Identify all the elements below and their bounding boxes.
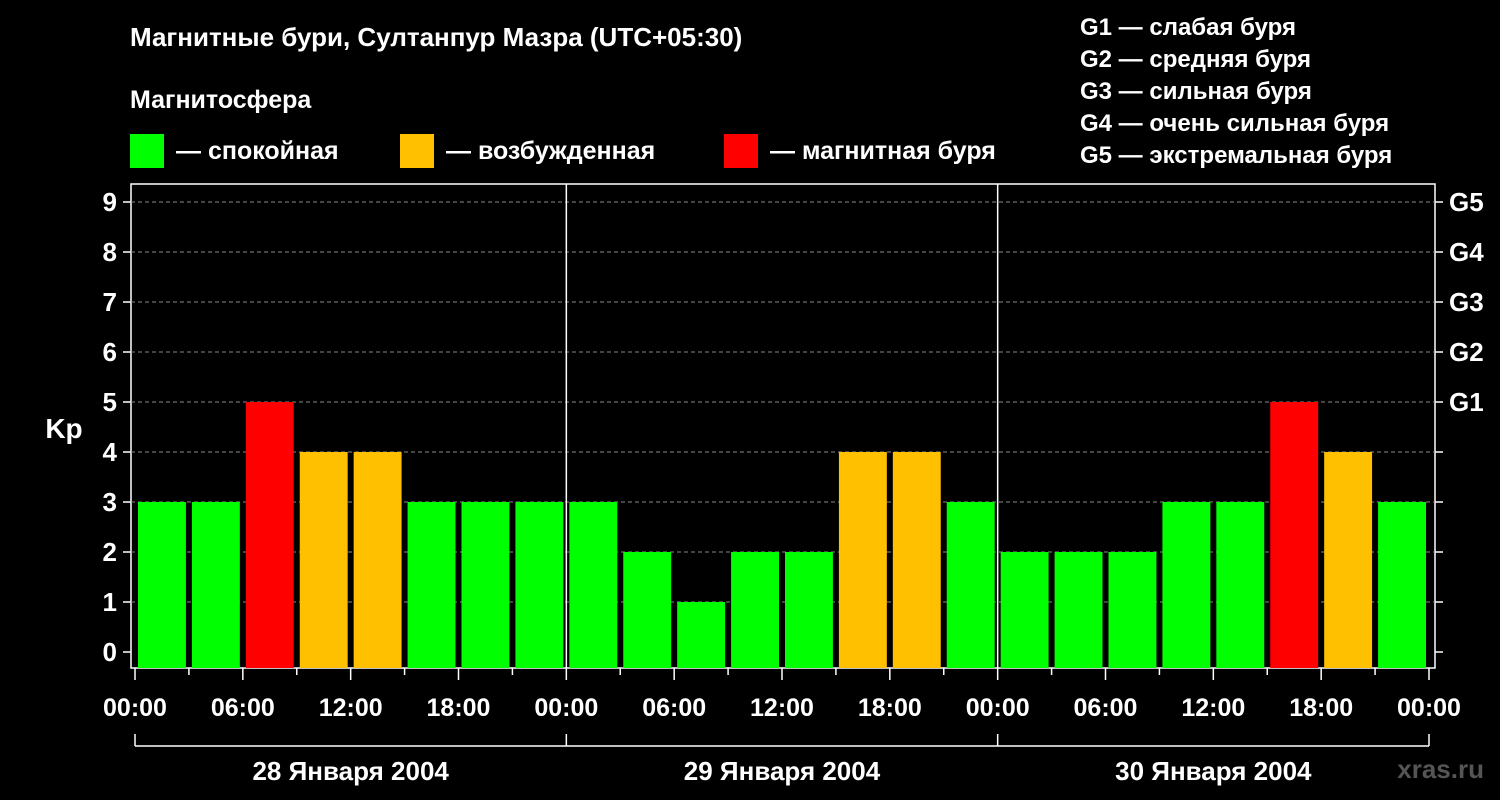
kp-bar — [785, 552, 833, 668]
g-tick-label: G1 — [1449, 387, 1484, 417]
kp-bar — [838, 452, 887, 668]
x-tick-label: 00:00 — [534, 694, 598, 722]
day-label: 30 Января 2004 — [1115, 756, 1312, 786]
x-tick-label: 18:00 — [1289, 694, 1353, 722]
y-tick-label: 1 — [103, 587, 117, 617]
kp-bar — [245, 402, 294, 668]
kp-bar — [353, 452, 402, 668]
kp-bar — [191, 502, 240, 668]
y-tick-label: 3 — [103, 487, 117, 517]
kp-bar — [623, 552, 672, 668]
y-axis-label: Kp — [45, 413, 82, 444]
kp-bar — [1216, 502, 1265, 668]
kp-bar — [1162, 502, 1211, 668]
y-tick-label: 5 — [103, 387, 117, 417]
kp-bar — [1270, 402, 1319, 668]
y-tick-label: 0 — [103, 637, 117, 667]
y-tick-label: 4 — [103, 437, 118, 467]
y-tick-label: 9 — [103, 187, 117, 217]
x-tick-label: 18:00 — [858, 694, 922, 722]
kp-bar — [461, 502, 510, 668]
x-tick-label: 12:00 — [750, 694, 814, 722]
g-tick-label: G4 — [1449, 237, 1484, 267]
kp-bar — [1378, 502, 1426, 668]
kp-bar — [1324, 452, 1373, 668]
kp-bar — [1108, 552, 1157, 668]
x-tick-label: 00:00 — [1397, 694, 1461, 722]
g-tick-label: G2 — [1449, 337, 1484, 367]
g-tick-label: G3 — [1449, 287, 1484, 317]
kp-bar — [946, 502, 995, 668]
kp-chart: 0 1 2 3 4 5 6 7 8 9 G1 G2 G3 G4 G5 Kp 00:00 06:00 12:00 18:… — [45, 183, 1484, 786]
kp-bar — [569, 502, 618, 668]
kp-bar — [731, 552, 779, 668]
kp-bar — [1054, 552, 1103, 668]
x-tick-label: 12:00 — [1181, 694, 1245, 722]
kp-bar — [515, 502, 564, 668]
x-tick-label: 00:00 — [966, 694, 1030, 722]
x-tick-label: 00:00 — [103, 694, 167, 722]
kp-bar — [677, 602, 726, 668]
y-tick-label: 2 — [103, 537, 117, 567]
watermark: xras.ru — [1397, 754, 1484, 784]
day-label: 29 Января 2004 — [684, 756, 881, 786]
kp-bar — [1000, 552, 1049, 668]
g-tick-label: G5 — [1449, 187, 1484, 217]
y-tick-label: 6 — [103, 337, 117, 367]
x-tick-label: 18:00 — [427, 694, 491, 722]
kp-bar — [407, 502, 456, 668]
day-label: 28 Января 2004 — [252, 756, 449, 786]
x-tick-label: 12:00 — [319, 694, 383, 722]
y-tick-label: 8 — [103, 237, 117, 267]
y-tick-label: 7 — [103, 287, 117, 317]
x-tick-label: 06:00 — [211, 694, 275, 722]
x-tick-label: 06:00 — [642, 694, 706, 722]
kp-bar — [299, 452, 348, 668]
kp-bar — [892, 452, 941, 668]
kp-bar — [138, 502, 186, 668]
x-tick-label: 06:00 — [1074, 694, 1138, 722]
